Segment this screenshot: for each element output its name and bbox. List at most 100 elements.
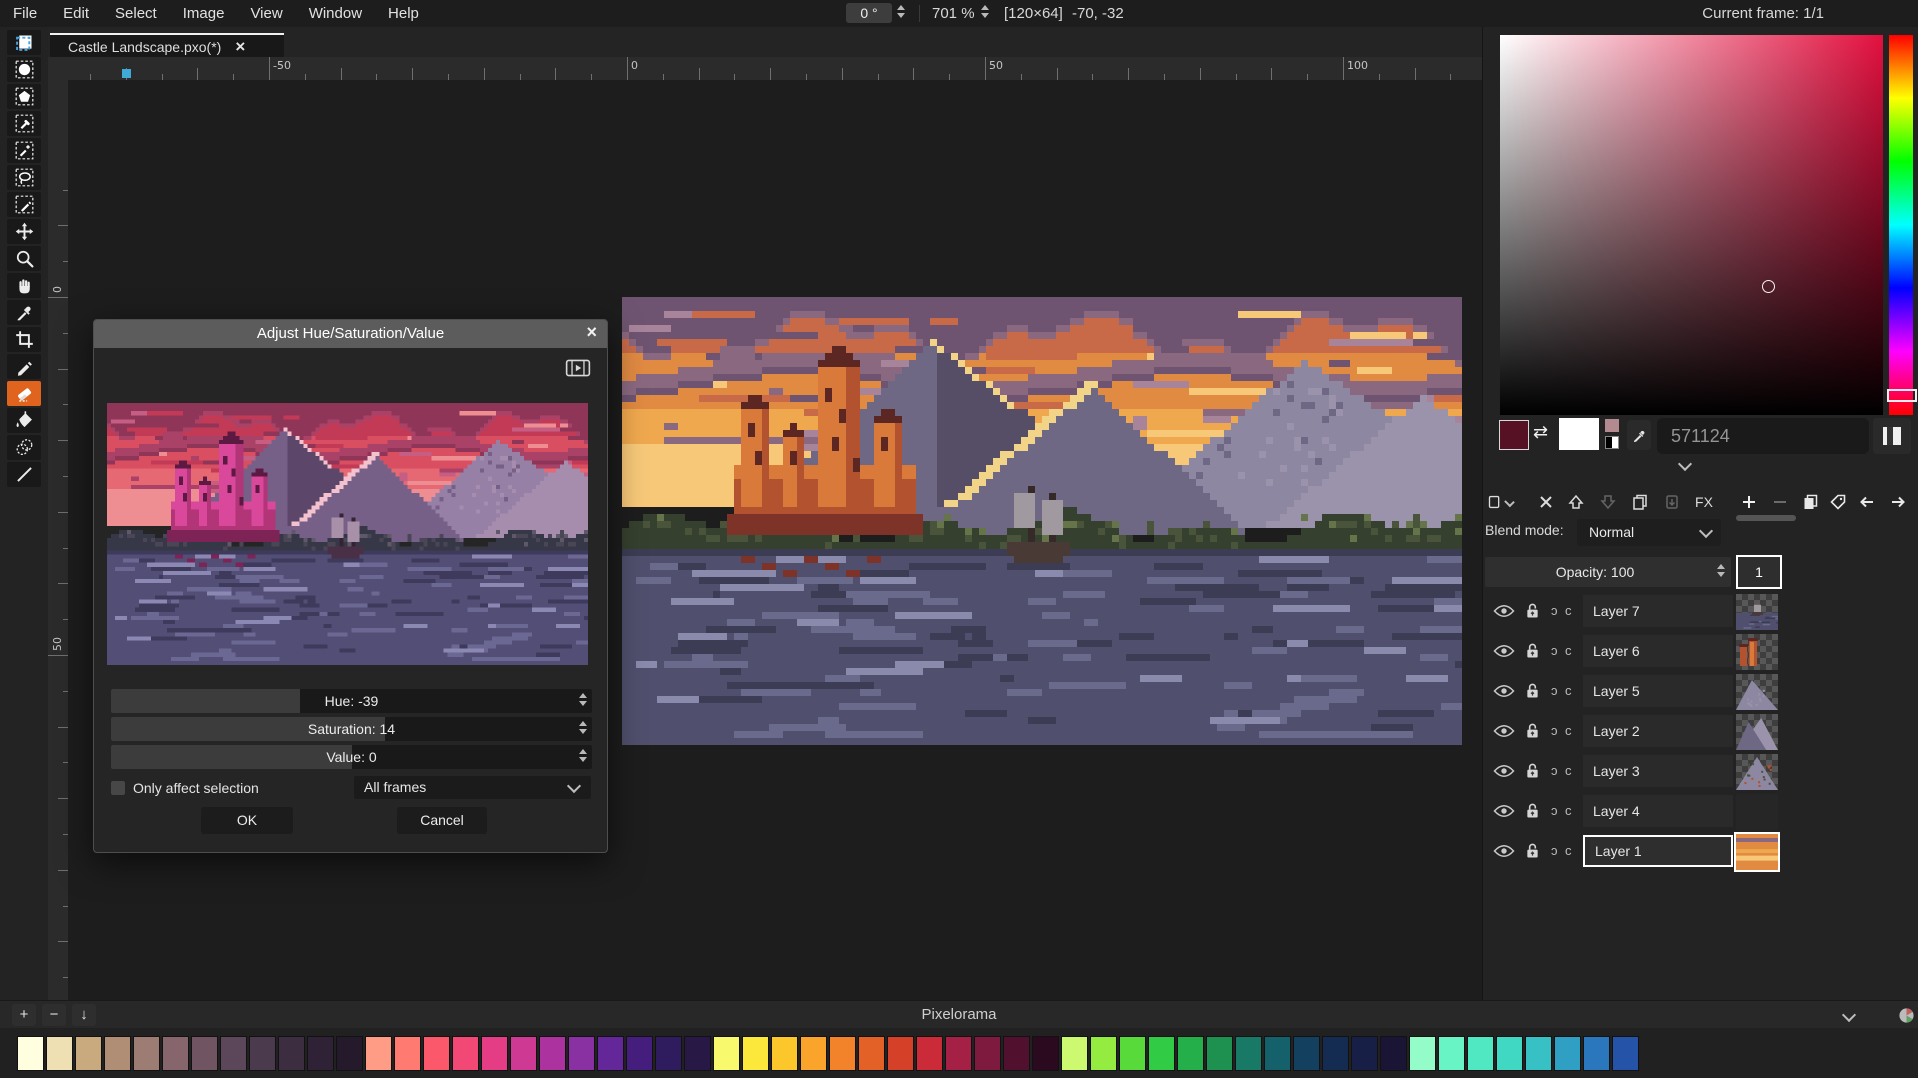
clone-layer-button[interactable] <box>1627 489 1653 515</box>
merge-down-button[interactable] <box>1659 489 1685 515</box>
menu-file[interactable]: File <box>0 0 50 27</box>
slider-value[interactable]: Value: 0 <box>111 745 592 769</box>
layer-thumbnail[interactable] <box>1736 674 1778 710</box>
palette-swatch[interactable] <box>916 1036 943 1071</box>
tool-eraser[interactable] <box>7 381 41 406</box>
display-mode-icon[interactable] <box>1873 418 1911 454</box>
palette-swatch[interactable] <box>1003 1036 1030 1071</box>
rotation-spinner[interactable] <box>897 5 905 18</box>
ok-button[interactable]: OK <box>201 807 293 834</box>
clone-frame-button[interactable] <box>1798 489 1824 515</box>
palette-swatch[interactable] <box>46 1036 73 1071</box>
eye-icon[interactable] <box>1493 724 1515 741</box>
palette-swatch[interactable] <box>307 1036 334 1071</box>
tool-pan[interactable] <box>7 273 41 298</box>
palette-swatch[interactable] <box>1177 1036 1204 1071</box>
palette-swatch[interactable] <box>887 1036 914 1071</box>
remove-layer-button[interactable] <box>1533 489 1559 515</box>
tool-zoom[interactable] <box>7 246 41 271</box>
palette-swatch[interactable] <box>510 1036 537 1071</box>
only-affect-selection-checkbox[interactable] <box>111 781 125 795</box>
layer-name[interactable]: Layer 1 <box>1583 835 1733 867</box>
palette-swatch[interactable] <box>1090 1036 1117 1071</box>
palette-swatch[interactable] <box>1438 1036 1465 1071</box>
eye-icon[interactable] <box>1493 644 1515 661</box>
menu-edit[interactable]: Edit <box>50 0 102 27</box>
menu-image[interactable]: Image <box>170 0 238 27</box>
palette-swatch[interactable] <box>1032 1036 1059 1071</box>
slider-hue[interactable]: Hue: -39 <box>111 689 592 713</box>
add-swatch-button[interactable]: + <box>12 1004 36 1026</box>
palette-swatch[interactable] <box>771 1036 798 1071</box>
cel-link-left-icon[interactable]: ɔ <box>1551 843 1558 858</box>
palette-swatch[interactable] <box>858 1036 885 1071</box>
layer-thumbnail[interactable] <box>1736 594 1778 630</box>
hue-slider[interactable] <box>1889 35 1913 415</box>
eye-icon[interactable] <box>1493 844 1515 861</box>
cel-link-right-icon[interactable]: c <box>1565 843 1572 858</box>
palette-swatch[interactable] <box>104 1036 131 1071</box>
palette-swatch[interactable] <box>800 1036 827 1071</box>
rotation-field[interactable]: 0 ° <box>846 3 892 23</box>
layer-name[interactable]: Layer 5 <box>1583 675 1733 707</box>
palette-swatch[interactable] <box>1206 1036 1233 1071</box>
palette-swatch[interactable] <box>1148 1036 1175 1071</box>
cel-link-left-icon[interactable]: ɔ <box>1551 723 1558 738</box>
palette-swatch[interactable] <box>133 1036 160 1071</box>
palette-swatch[interactable] <box>1293 1036 1320 1071</box>
palette-swatch[interactable] <box>365 1036 392 1071</box>
tool-pencil[interactable] <box>7 354 41 379</box>
cel-link-left-icon[interactable]: ɔ <box>1551 643 1558 658</box>
lock-open-icon[interactable] <box>1525 762 1540 782</box>
slider-spinner[interactable] <box>579 721 587 734</box>
palette-swatch[interactable] <box>1264 1036 1291 1071</box>
layer-row-layer-7[interactable]: ɔcLayer 7 <box>1483 593 1918 631</box>
saturation-value-picker[interactable] <box>1500 35 1883 415</box>
tool-lasso[interactable] <box>7 165 41 190</box>
palette-swatch[interactable] <box>1612 1036 1639 1071</box>
palette-swatch[interactable] <box>1351 1036 1378 1071</box>
next-frame-button[interactable] <box>1885 489 1911 515</box>
cel-link-left-icon[interactable]: ɔ <box>1551 763 1558 778</box>
palette-swatch[interactable] <box>974 1036 1001 1071</box>
palette-swatch[interactable] <box>481 1036 508 1071</box>
tool-paint-select[interactable] <box>7 192 41 217</box>
palette-swatch[interactable] <box>336 1036 363 1071</box>
palette-swatch[interactable] <box>75 1036 102 1071</box>
tool-polygon-select[interactable] <box>7 84 41 109</box>
timeline-scrollbar[interactable] <box>1736 515 1796 521</box>
tool-magic-wand[interactable] <box>7 138 41 163</box>
palette-swatch[interactable] <box>423 1036 450 1071</box>
tool-color-picker[interactable] <box>7 300 41 325</box>
vertical-ruler[interactable] <box>48 80 68 1000</box>
cel-link-left-icon[interactable]: ɔ <box>1551 803 1558 818</box>
average-color-swatch[interactable] <box>1605 419 1619 432</box>
default-colors-icon[interactable] <box>1605 436 1619 449</box>
opacity-spinner[interactable] <box>1717 564 1725 577</box>
palette-swatch[interactable] <box>1061 1036 1088 1071</box>
frame-cell-1[interactable]: 1 <box>1736 555 1782 589</box>
tool-color-select[interactable] <box>7 111 41 136</box>
layer-thumbnail[interactable] <box>1736 634 1778 670</box>
blend-mode-dropdown[interactable]: Normal <box>1577 519 1721 546</box>
remove-frame-button[interactable] <box>1767 489 1793 515</box>
palette-swatch[interactable] <box>249 1036 276 1071</box>
lock-open-icon[interactable] <box>1525 642 1540 662</box>
menu-help[interactable]: Help <box>375 0 432 27</box>
layer-name[interactable]: Layer 6 <box>1583 635 1733 667</box>
primary-color-swatch[interactable] <box>1499 420 1529 450</box>
palette-swatch[interactable] <box>626 1036 653 1071</box>
fx-button[interactable]: FX <box>1691 489 1717 515</box>
move-layer-up-button[interactable] <box>1563 489 1589 515</box>
layer-row-layer-5[interactable]: ɔcLayer 5 <box>1483 673 1918 711</box>
slider-spinner[interactable] <box>579 693 587 706</box>
tool-rectangle-select[interactable] <box>7 30 41 55</box>
zoom-level[interactable]: 701 % <box>932 0 975 27</box>
opacity-slider[interactable]: Opacity: 100 <box>1485 557 1731 587</box>
layer-row-layer-6[interactable]: ɔcLayer 6 <box>1483 633 1918 671</box>
menu-view[interactable]: View <box>237 0 295 27</box>
hex-color-input[interactable]: 571124 <box>1657 418 1869 454</box>
slider-spinner[interactable] <box>579 749 587 762</box>
lock-open-icon[interactable] <box>1525 602 1540 622</box>
palette-swatch[interactable] <box>1322 1036 1349 1071</box>
